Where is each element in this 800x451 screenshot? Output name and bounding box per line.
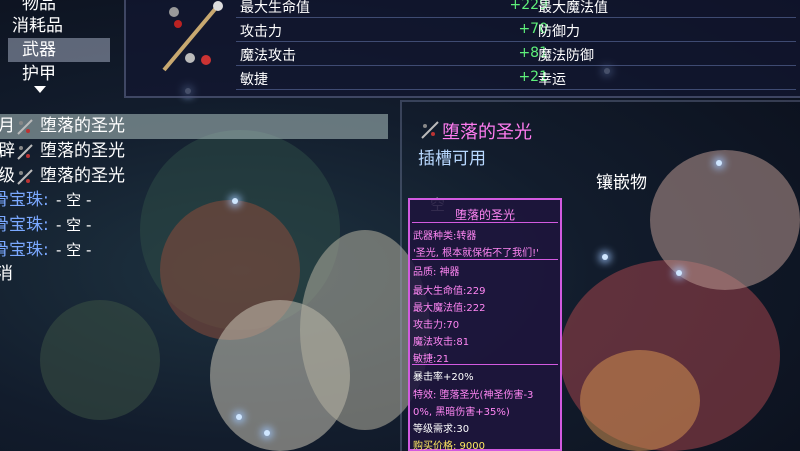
stat-comparison-panel: 最大生命值 +229 最大魔法值 攻击力 +70 防御力 魔法攻击 +81 魔法…: [124, 0, 800, 98]
slot-prefix: 月: [0, 116, 15, 136]
gem-slot-value: - 空 -: [56, 241, 92, 259]
stat-name-secondary: 最大魔法值: [538, 0, 608, 16]
equipment-name: 堕落的圣光: [40, 166, 125, 186]
category-menu: 物品 消耗品 武器 护甲: [0, 0, 122, 98]
crit-rate: 暴击率+20%: [413, 372, 474, 383]
slot-available-label: 插槽可用: [418, 149, 486, 169]
equipment-list: 月 堕落的圣光 辟 堕落的圣光 级 堕落的圣光 骨宝珠: - 空 - 骨宝珠: …: [0, 112, 392, 292]
special-effect-line-2: 0%, 黑暗伤害+35%): [413, 407, 510, 418]
stat-name-secondary: 幸运: [538, 72, 566, 88]
gem-slot-label: 骨宝珠:: [0, 240, 49, 260]
stat-mp: 最大魔法值:222: [413, 303, 486, 314]
stat-name: 魔法攻击: [240, 48, 296, 64]
item-tooltip: 堕落的圣光 武器种类:转器 '圣光, 根本就保佑不了我们!' 品质: 神器 最大…: [408, 198, 562, 451]
gem-slot-value: - 空 -: [56, 191, 92, 209]
stat-attack: 攻击力:70: [413, 320, 460, 331]
gem-slot-label: 骨宝珠:: [0, 190, 49, 210]
equipment-name: 堕落的圣光: [40, 116, 125, 136]
stat-name: 最大生命值: [240, 0, 310, 16]
flavor-quote: '圣光, 根本就保佑不了我们!': [413, 248, 539, 259]
divider: [412, 364, 558, 365]
stat-name: 敏捷: [240, 72, 268, 88]
slot-prefix: 级: [0, 166, 15, 186]
weapon-staff-icon: [17, 144, 33, 160]
quality: 品质: 神器: [413, 267, 460, 278]
equipment-name: 堕落的圣光: [40, 141, 125, 161]
weapon-type: 武器种类:转器: [413, 231, 477, 242]
item-title: 堕落的圣光: [442, 122, 532, 143]
stat-row-attack: 攻击力 +70 防御力: [236, 18, 796, 42]
tooltip-title: 堕落的圣光: [454, 208, 515, 222]
category-weapons[interactable]: 武器: [22, 38, 56, 62]
scroll-down-arrow-icon[interactable]: [34, 86, 46, 93]
category-armor[interactable]: 护甲: [22, 62, 56, 86]
slot-prefix: 辟: [0, 141, 15, 161]
stat-name-secondary: 魔法防御: [538, 48, 594, 64]
special-effect-line-1: 特效: 堕落圣光(神圣伤害-3: [413, 390, 534, 401]
stat-hp: 最大生命值:229: [413, 286, 486, 297]
weapon-staff-icon: [17, 169, 33, 185]
divider: [412, 222, 558, 223]
stat-row-agility: 敏捷 +21 幸运: [236, 66, 796, 90]
stat-name-secondary: 防御力: [538, 24, 580, 40]
inlay-label: 镶嵌物: [596, 173, 647, 193]
gem-slot-label: 骨宝珠:: [0, 215, 49, 235]
category-consumables[interactable]: 消耗品: [12, 14, 63, 38]
stat-magic-attack: 魔法攻击:81: [413, 337, 470, 348]
cancel-row[interactable]: 消: [0, 262, 13, 287]
stat-name: 攻击力: [240, 24, 282, 40]
stat-row-hp: 最大生命值 +229 最大魔法值: [236, 0, 796, 18]
level-requirement: 等级需求:30: [413, 424, 470, 435]
divider: [412, 259, 558, 260]
weapon-staff-icon: [17, 119, 33, 135]
weapon-staff-icon: [146, 0, 234, 78]
stat-row-magic-attack: 魔法攻击 +81 魔法防御: [236, 42, 796, 66]
buy-price: 购买价格: 9000: [413, 441, 485, 451]
stat-agility: 敏捷:21: [413, 354, 450, 365]
gem-slot-value: - 空 -: [56, 216, 92, 234]
weapon-staff-icon: [421, 121, 439, 139]
